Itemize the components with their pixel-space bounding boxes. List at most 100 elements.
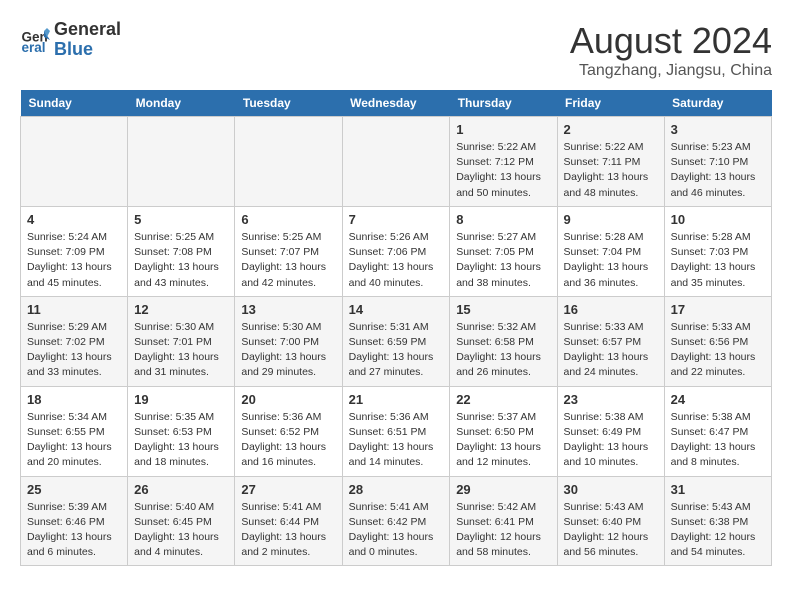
day-header-thursday: Thursday	[450, 90, 557, 117]
calendar-cell	[342, 117, 450, 207]
day-number: 27	[241, 482, 335, 497]
day-info: Sunrise: 5:37 AM Sunset: 6:50 PM Dayligh…	[456, 410, 550, 471]
calendar-cell: 13 Sunrise: 5:30 AM Sunset: 7:00 PM Dayli…	[235, 296, 342, 386]
logo-text: General Blue	[54, 20, 121, 60]
day-info: Sunrise: 5:28 AM Sunset: 7:03 PM Dayligh…	[671, 230, 765, 291]
day-number: 16	[564, 302, 658, 317]
calendar-cell: 17Sunrise: 5:33 AM Sunset: 6:56 PM Dayli…	[664, 296, 771, 386]
calendar-cell: 27 Sunrise: 5:41 AM Sunset: 6:44 PM Dayli…	[235, 476, 342, 566]
logo-icon: Gen eral	[20, 25, 50, 55]
day-info: Sunrise: 5:31 AM Sunset: 6:59 PM Dayligh…	[349, 320, 444, 381]
calendar-cell: 26 Sunrise: 5:40 AM Sunset: 6:45 PM Dayli…	[128, 476, 235, 566]
calendar-cell: 2Sunrise: 5:22 AM Sunset: 7:11 PM Daylig…	[557, 117, 664, 207]
calendar-cell: 30 Sunrise: 5:43 AM Sunset: 6:40 PM Dayli…	[557, 476, 664, 566]
day-header-monday: Monday	[128, 90, 235, 117]
calendar-cell: 10 Sunrise: 5:28 AM Sunset: 7:03 PM Dayli…	[664, 206, 771, 296]
calendar-cell: 9Sunrise: 5:28 AM Sunset: 7:04 PM Daylig…	[557, 206, 664, 296]
calendar-cell: 6 Sunrise: 5:25 AM Sunset: 7:07 PM Daylig…	[235, 206, 342, 296]
day-info: Sunrise: 5:35 AM Sunset: 6:53 PM Dayligh…	[134, 410, 228, 471]
day-number: 14	[349, 302, 444, 317]
calendar-week-row: 4 Sunrise: 5:24 AM Sunset: 7:09 PM Daylig…	[21, 206, 772, 296]
day-number: 11	[27, 302, 121, 317]
day-number: 31	[671, 482, 765, 497]
day-number: 24	[671, 392, 765, 407]
day-info: Sunrise: 5:23 AM Sunset: 7:10 PM Dayligh…	[671, 140, 765, 201]
calendar-week-row: 25 Sunrise: 5:39 AM Sunset: 6:46 PM Dayli…	[21, 476, 772, 566]
day-info: Sunrise: 5:43 AM Sunset: 6:38 PM Dayligh…	[671, 500, 765, 561]
day-info: Sunrise: 5:33 AM Sunset: 6:56 PM Dayligh…	[671, 320, 765, 381]
location-subtitle: Tangzhang, Jiangsu, China	[570, 62, 772, 80]
day-info: Sunrise: 5:30 AM Sunset: 7:01 PM Dayligh…	[134, 320, 228, 381]
day-info: Sunrise: 5:30 AM Sunset: 7:00 PM Dayligh…	[241, 320, 335, 381]
day-info: Sunrise: 5:43 AM Sunset: 6:40 PM Dayligh…	[564, 500, 658, 561]
day-header-saturday: Saturday	[664, 90, 771, 117]
day-number: 28	[349, 482, 444, 497]
calendar-cell: 18 Sunrise: 5:34 AM Sunset: 6:55 PM Dayli…	[21, 386, 128, 476]
calendar-cell	[128, 117, 235, 207]
logo: Gen eral General Blue	[20, 20, 121, 60]
day-info: Sunrise: 5:25 AM Sunset: 7:08 PM Dayligh…	[134, 230, 228, 291]
calendar-cell: 12 Sunrise: 5:30 AM Sunset: 7:01 PM Dayli…	[128, 296, 235, 386]
day-number: 1	[456, 122, 550, 137]
day-header-wednesday: Wednesday	[342, 90, 450, 117]
day-number: 8	[456, 212, 550, 227]
day-number: 12	[134, 302, 228, 317]
day-info: Sunrise: 5:22 AM Sunset: 7:12 PM Dayligh…	[456, 140, 550, 201]
day-header-sunday: Sunday	[21, 90, 128, 117]
calendar-cell: 25 Sunrise: 5:39 AM Sunset: 6:46 PM Dayli…	[21, 476, 128, 566]
day-header-friday: Friday	[557, 90, 664, 117]
calendar-cell: 29Sunrise: 5:42 AM Sunset: 6:41 PM Dayli…	[450, 476, 557, 566]
svg-text:eral: eral	[22, 40, 46, 55]
day-info: Sunrise: 5:25 AM Sunset: 7:07 PM Dayligh…	[241, 230, 335, 291]
day-number: 5	[134, 212, 228, 227]
day-info: Sunrise: 5:32 AM Sunset: 6:58 PM Dayligh…	[456, 320, 550, 381]
day-number: 30	[564, 482, 658, 497]
day-info: Sunrise: 5:41 AM Sunset: 6:44 PM Dayligh…	[241, 500, 335, 561]
calendar-cell: 31 Sunrise: 5:43 AM Sunset: 6:38 PM Dayli…	[664, 476, 771, 566]
calendar-week-row: 18 Sunrise: 5:34 AM Sunset: 6:55 PM Dayli…	[21, 386, 772, 476]
day-number: 7	[349, 212, 444, 227]
day-number: 13	[241, 302, 335, 317]
calendar-week-row: 11Sunrise: 5:29 AM Sunset: 7:02 PM Dayli…	[21, 296, 772, 386]
day-info: Sunrise: 5:36 AM Sunset: 6:51 PM Dayligh…	[349, 410, 444, 471]
day-number: 10	[671, 212, 765, 227]
calendar-cell	[21, 117, 128, 207]
day-number: 4	[27, 212, 121, 227]
day-info: Sunrise: 5:40 AM Sunset: 6:45 PM Dayligh…	[134, 500, 228, 561]
day-number: 6	[241, 212, 335, 227]
day-info: Sunrise: 5:38 AM Sunset: 6:49 PM Dayligh…	[564, 410, 658, 471]
day-info: Sunrise: 5:39 AM Sunset: 6:46 PM Dayligh…	[27, 500, 121, 561]
day-number: 18	[27, 392, 121, 407]
day-number: 23	[564, 392, 658, 407]
month-title: August 2024	[570, 20, 772, 62]
day-info: Sunrise: 5:26 AM Sunset: 7:06 PM Dayligh…	[349, 230, 444, 291]
logo-line1: General	[54, 20, 121, 40]
logo-line2: Blue	[54, 40, 121, 60]
calendar-cell: 28Sunrise: 5:41 AM Sunset: 6:42 PM Dayli…	[342, 476, 450, 566]
calendar-cell	[235, 117, 342, 207]
calendar-cell: 1 Sunrise: 5:22 AM Sunset: 7:12 PM Daylig…	[450, 117, 557, 207]
calendar-cell: 14 Sunrise: 5:31 AM Sunset: 6:59 PM Dayli…	[342, 296, 450, 386]
calendar-cell: 20Sunrise: 5:36 AM Sunset: 6:52 PM Dayli…	[235, 386, 342, 476]
calendar-cell: 24 Sunrise: 5:38 AM Sunset: 6:47 PM Dayli…	[664, 386, 771, 476]
day-number: 21	[349, 392, 444, 407]
day-info: Sunrise: 5:24 AM Sunset: 7:09 PM Dayligh…	[27, 230, 121, 291]
day-info: Sunrise: 5:34 AM Sunset: 6:55 PM Dayligh…	[27, 410, 121, 471]
calendar-cell: 4 Sunrise: 5:24 AM Sunset: 7:09 PM Daylig…	[21, 206, 128, 296]
day-header-tuesday: Tuesday	[235, 90, 342, 117]
calendar-cell: 11Sunrise: 5:29 AM Sunset: 7:02 PM Dayli…	[21, 296, 128, 386]
calendar-table: SundayMondayTuesdayWednesdayThursdayFrid…	[20, 90, 772, 566]
day-number: 19	[134, 392, 228, 407]
calendar-cell: 19 Sunrise: 5:35 AM Sunset: 6:53 PM Dayli…	[128, 386, 235, 476]
day-info: Sunrise: 5:38 AM Sunset: 6:47 PM Dayligh…	[671, 410, 765, 471]
day-number: 26	[134, 482, 228, 497]
day-info: Sunrise: 5:27 AM Sunset: 7:05 PM Dayligh…	[456, 230, 550, 291]
day-number: 22	[456, 392, 550, 407]
day-info: Sunrise: 5:36 AM Sunset: 6:52 PM Dayligh…	[241, 410, 335, 471]
day-number: 9	[564, 212, 658, 227]
day-info: Sunrise: 5:42 AM Sunset: 6:41 PM Dayligh…	[456, 500, 550, 561]
calendar-week-row: 1 Sunrise: 5:22 AM Sunset: 7:12 PM Daylig…	[21, 117, 772, 207]
day-number: 25	[27, 482, 121, 497]
calendar-cell: 22 Sunrise: 5:37 AM Sunset: 6:50 PM Dayli…	[450, 386, 557, 476]
day-number: 3	[671, 122, 765, 137]
